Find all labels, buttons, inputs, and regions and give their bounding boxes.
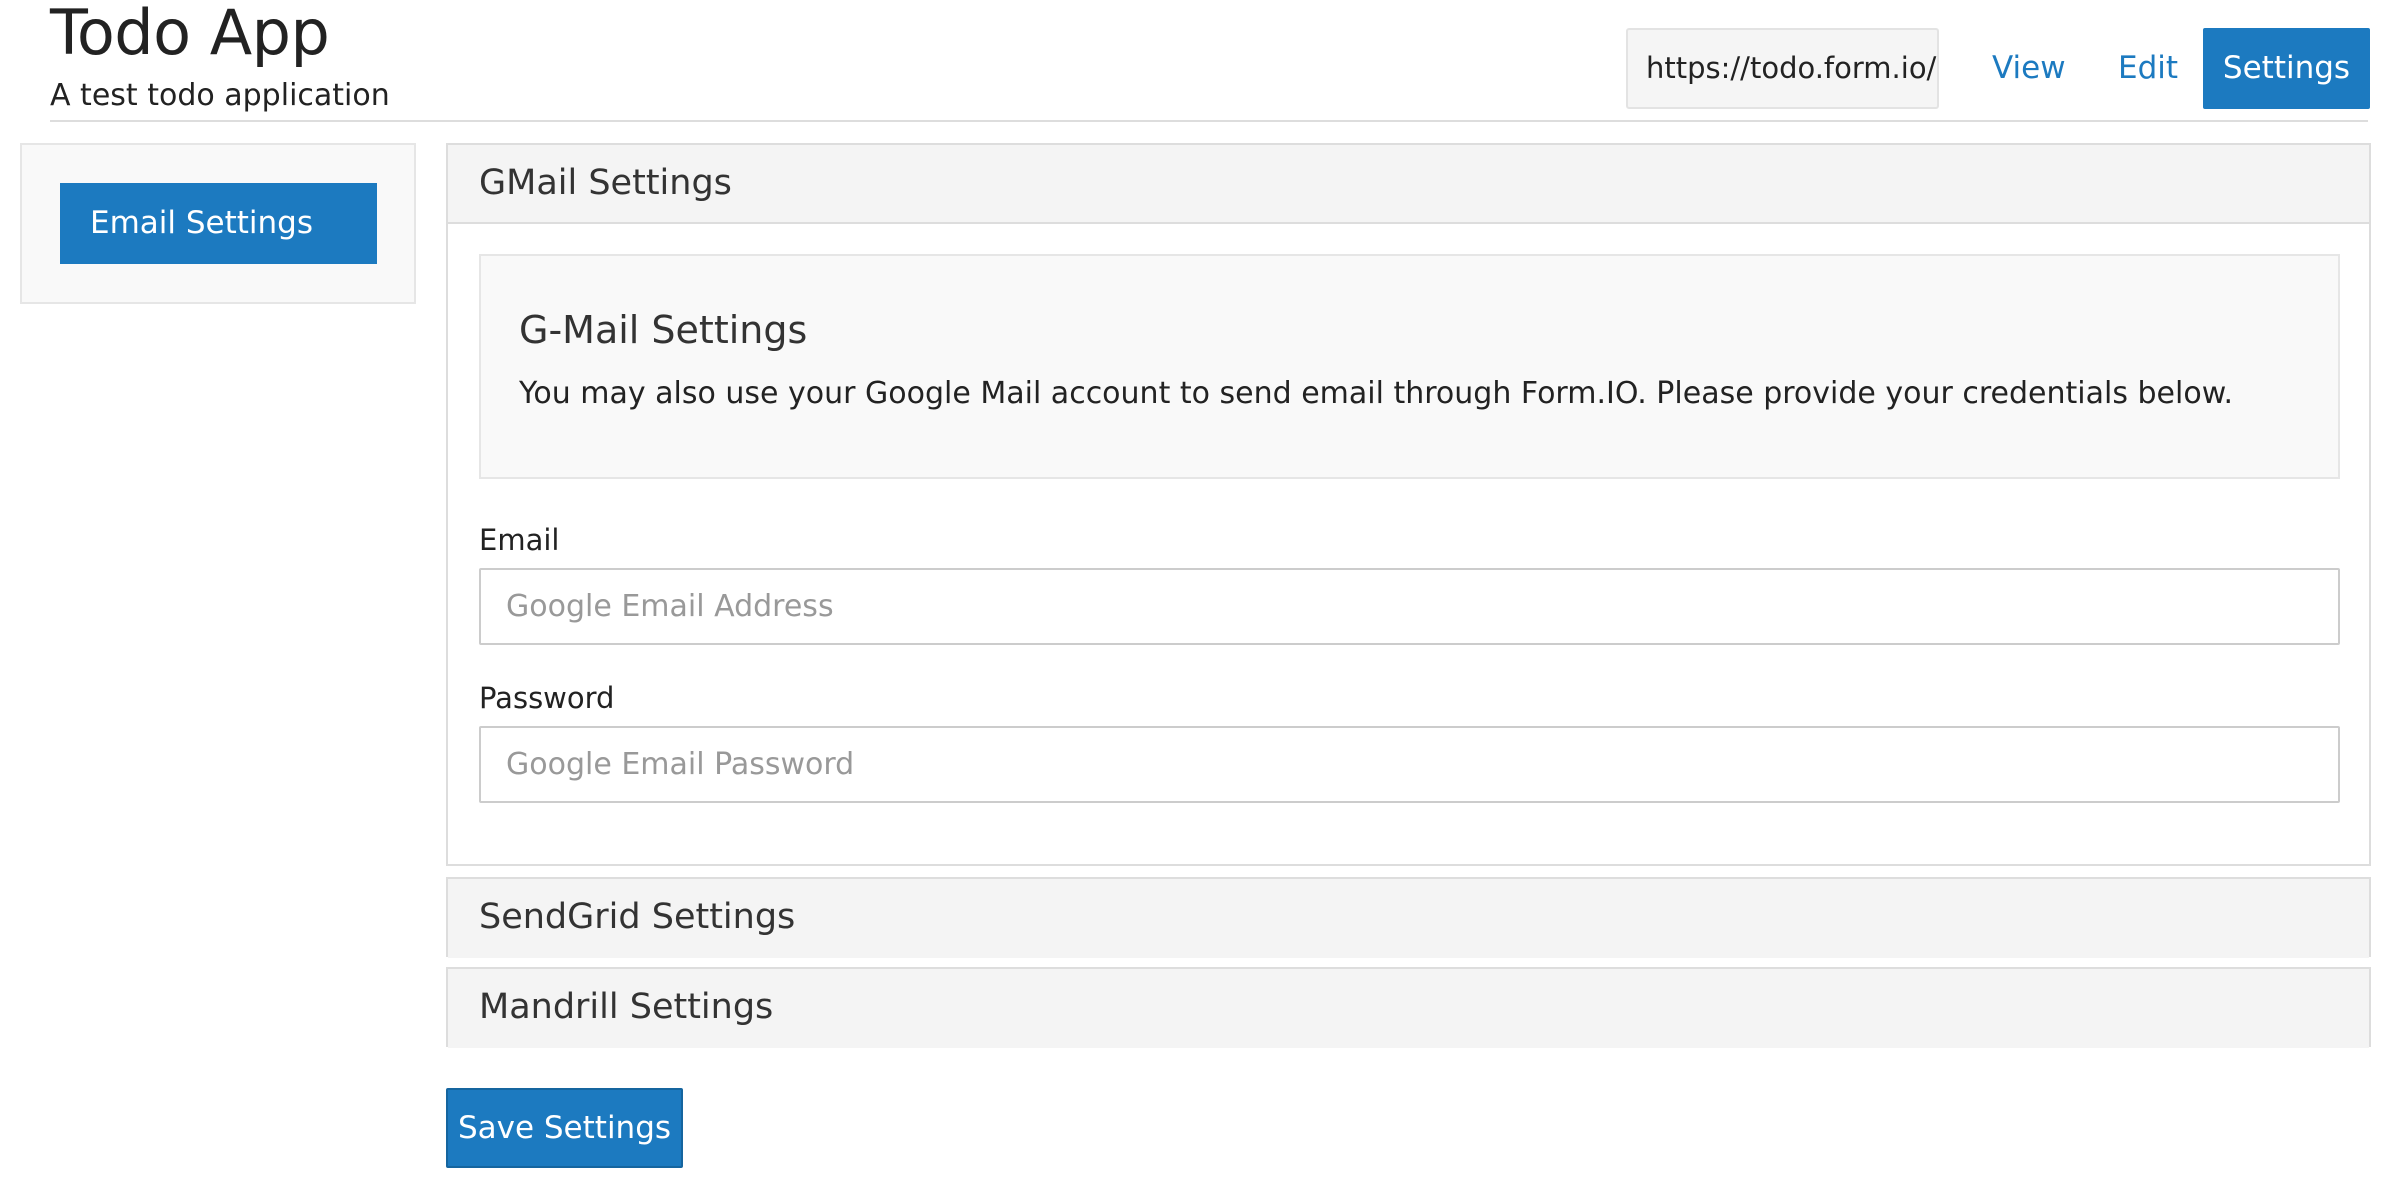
password-label: Password	[479, 681, 615, 715]
gmail-info-text: You may also use your Google Mail accoun…	[519, 376, 2234, 411]
sendgrid-settings-panel: SendGrid Settings	[446, 877, 2371, 958]
app-url-field[interactable]: https://todo.form.io/	[1626, 28, 1939, 109]
email-label: Email	[479, 523, 560, 557]
gmail-info-well: G-Mail Settings You may also use your Go…	[479, 254, 2340, 479]
header-divider	[50, 120, 2368, 122]
gmail-settings-heading[interactable]: GMail Settings	[448, 145, 2369, 224]
mandrill-settings-panel: Mandrill Settings	[446, 967, 2371, 1048]
app-title: Todo App	[50, 0, 330, 69]
settings-tab[interactable]: Settings	[2203, 28, 2370, 109]
save-settings-button[interactable]: Save Settings	[446, 1088, 683, 1168]
gmail-settings-panel: GMail Settings G-Mail Settings You may a…	[446, 143, 2371, 866]
page: Todo App A test todo application https:/…	[0, 0, 2382, 1182]
mandrill-settings-heading[interactable]: Mandrill Settings	[448, 969, 2369, 1048]
sidebar-item-email-settings[interactable]: Email Settings	[60, 183, 377, 264]
view-link[interactable]: View	[1992, 28, 2066, 109]
settings-sidebar: Email Settings	[20, 143, 416, 304]
password-field[interactable]	[479, 726, 2340, 803]
gmail-info-title: G-Mail Settings	[519, 308, 808, 352]
app-subtitle: A test todo application	[50, 78, 390, 113]
edit-link[interactable]: Edit	[2118, 28, 2178, 109]
sendgrid-settings-heading[interactable]: SendGrid Settings	[448, 879, 2369, 958]
email-field[interactable]	[479, 568, 2340, 645]
